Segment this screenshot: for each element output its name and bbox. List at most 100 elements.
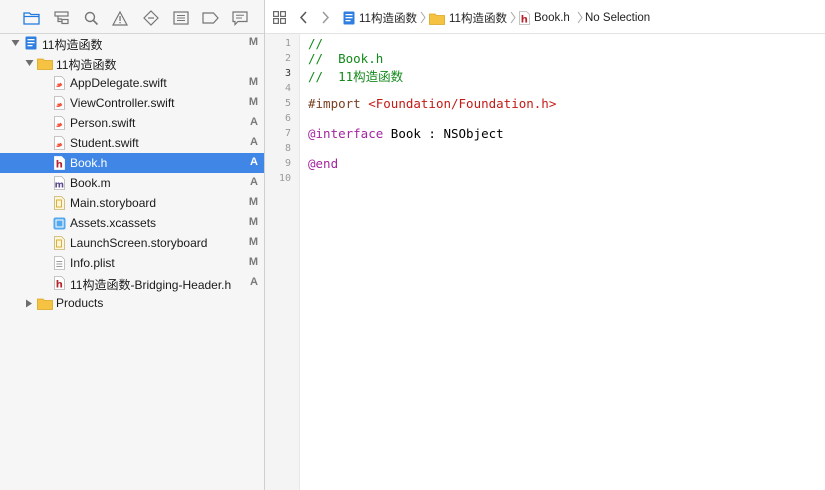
tree-row-label: 11构造函数 <box>42 38 103 52</box>
breakpoint-icon[interactable] <box>201 9 219 27</box>
code-token-directive: #import <box>308 96 369 111</box>
scm-status-badge: A <box>250 176 258 188</box>
project-icon <box>343 11 355 25</box>
related-items-icon[interactable] <box>272 10 286 24</box>
line-number: 9 <box>284 158 291 169</box>
test-diamond-icon[interactable] <box>142 9 160 27</box>
scm-status-badge: M <box>248 76 258 88</box>
project-icon <box>24 36 37 50</box>
tree-row-label: AppDelegate.swift <box>70 76 167 90</box>
scm-status-badge: M <box>248 236 258 248</box>
tree-row[interactable]: Person.swift A <box>0 113 264 133</box>
code-token-comment: // Book.h <box>308 51 384 66</box>
tree-row-label: Info.plist <box>70 256 115 270</box>
breadcrumb-item[interactable]: 11构造函数 <box>343 9 417 27</box>
scm-status-badge: M <box>248 256 258 268</box>
tree-row[interactable]: Info.plist M <box>0 253 264 273</box>
scm-status-badge: A <box>250 276 258 288</box>
tree-row[interactable]: Main.storyboard M <box>0 193 264 213</box>
scm-status-badge: M <box>248 36 258 48</box>
tree-row-label: Main.storyboard <box>70 196 157 210</box>
tree-row-label: Book.h <box>70 156 108 170</box>
tree-row[interactable]: AppDelegate.swift M <box>0 73 264 93</box>
folder-icon[interactable] <box>22 9 40 27</box>
line-number: 7 <box>284 128 291 139</box>
code-line: #import <Foundation/Foundation.h> <box>308 96 556 111</box>
swift-file-icon <box>53 116 66 130</box>
breadcrumb-item[interactable]: No Selection <box>585 9 650 27</box>
swift-file-icon <box>53 76 66 90</box>
tree-row-label: Book.m <box>70 176 111 190</box>
code-token-comment: // 11构造函数 <box>308 69 404 84</box>
disclosure-open-icon[interactable] <box>24 58 34 68</box>
scm-status-badge: M <box>248 196 258 208</box>
forward-arrow-icon[interactable] <box>318 10 332 24</box>
code-token-string: <Foundation/Foundation.h> <box>368 96 557 111</box>
code-line: @interface Book : NSObject <box>308 126 504 141</box>
tree-row[interactable]: 11构造函数 <box>0 53 264 73</box>
tree-row-label: Person.swift <box>70 116 136 130</box>
line-number: 1 <box>284 38 291 49</box>
swift-file-icon <box>53 136 66 150</box>
tree-row[interactable]: Products <box>0 293 264 313</box>
svg-text:h: h <box>56 280 63 291</box>
breadcrumb-label: 11构造函数 <box>359 13 417 25</box>
breadcrumb-separator-icon <box>577 11 583 24</box>
scm-status-badge: M <box>248 96 258 108</box>
header-file-icon: h <box>53 156 66 170</box>
line-number: 2 <box>284 53 291 64</box>
code-token-keyword: @interface <box>308 126 384 141</box>
scm-status-badge: A <box>250 156 258 168</box>
hierarchy-icon[interactable] <box>52 9 70 27</box>
scm-status-badge: A <box>250 116 258 128</box>
disclosure-open-icon[interactable] <box>10 38 20 48</box>
search-icon[interactable] <box>82 9 100 27</box>
svg-text:h: h <box>56 160 63 171</box>
folder-icon <box>36 296 53 310</box>
disclosure-closed-icon[interactable] <box>24 298 34 308</box>
svg-text:h: h <box>521 15 528 26</box>
line-number: 5 <box>284 98 291 109</box>
folder-icon <box>429 12 445 25</box>
tree-row[interactable]: LaunchScreen.storyboard M <box>0 233 264 253</box>
report-icon[interactable] <box>231 9 249 27</box>
storyboard-file-icon <box>53 196 66 210</box>
swift-file-icon <box>53 96 66 110</box>
tree-row-label: LaunchScreen.storyboard <box>70 236 208 250</box>
tree-row-label: Products <box>56 296 104 310</box>
header-file-icon: h <box>53 276 66 290</box>
assets-icon <box>53 216 66 230</box>
tree-row[interactable]: ViewController.swift M <box>0 93 264 113</box>
tree-row[interactable]: Assets.xcassets M <box>0 213 264 233</box>
jump-bar: 11构造函数 11构造函数 h Book.h No Selection <box>265 0 825 34</box>
tree-row[interactable]: h Book.h A <box>0 153 264 173</box>
folder-icon <box>36 56 53 70</box>
code-line: // <box>308 36 323 51</box>
breadcrumb-item[interactable]: 11构造函数 <box>429 9 507 27</box>
code-token-plain: Book : NSObject <box>383 126 504 141</box>
tree-row[interactable]: m Book.m A <box>0 173 264 193</box>
tree-row-label: 11构造函数 <box>56 58 117 72</box>
warning-icon[interactable] <box>111 9 129 27</box>
breadcrumb-label: 11构造函数 <box>449 13 507 25</box>
tree-row[interactable]: 11构造函数 M <box>0 33 264 53</box>
breadcrumb-item[interactable]: h Book.h <box>519 9 570 27</box>
code-line: @end <box>308 156 338 171</box>
navigator-toolbar <box>0 0 264 34</box>
debug-icon[interactable] <box>172 9 190 27</box>
tree-row[interactable]: Student.swift A <box>0 133 264 153</box>
line-number: 4 <box>284 83 291 94</box>
plist-file-icon <box>53 256 66 270</box>
back-arrow-icon[interactable] <box>296 10 310 24</box>
storyboard-file-icon <box>53 236 66 250</box>
project-navigator: 11构造函数 M 11构造函数 AppDelegate.swift M ViewContr… <box>0 0 265 490</box>
tree-row[interactable]: h 11构造函数-Bridging-Header.h A <box>0 273 264 293</box>
tree-row-label: Assets.xcassets <box>70 216 157 230</box>
line-number: 10 <box>278 173 291 184</box>
line-number-gutter: 1 2 3 4 5 6 7 8 9 10 <box>265 34 300 490</box>
scm-status-badge: A <box>250 136 258 148</box>
code-token-comment: // <box>308 36 324 51</box>
code-line: // 11构造函数 <box>308 66 404 84</box>
scm-status-badge: M <box>248 216 258 228</box>
line-number: 6 <box>284 113 291 124</box>
